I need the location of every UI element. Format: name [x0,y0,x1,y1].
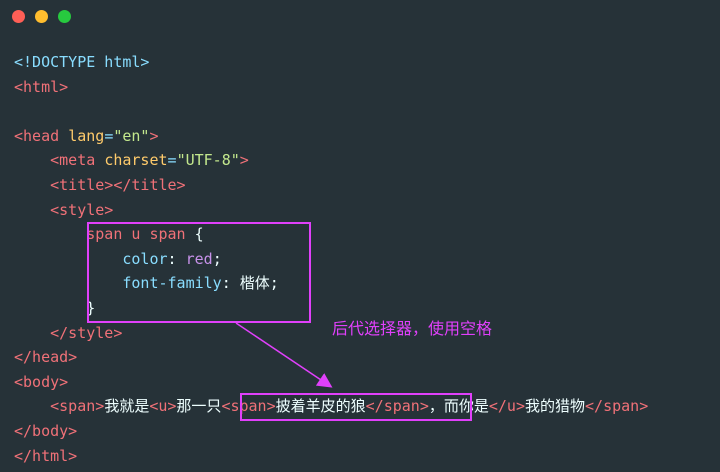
annotation-arrow [235,322,333,388]
code-window: <!DOCTYPE html> <html> <head lang="en"> … [0,0,720,472]
annotation-label: 后代选择器，使用空格 [332,319,493,338]
